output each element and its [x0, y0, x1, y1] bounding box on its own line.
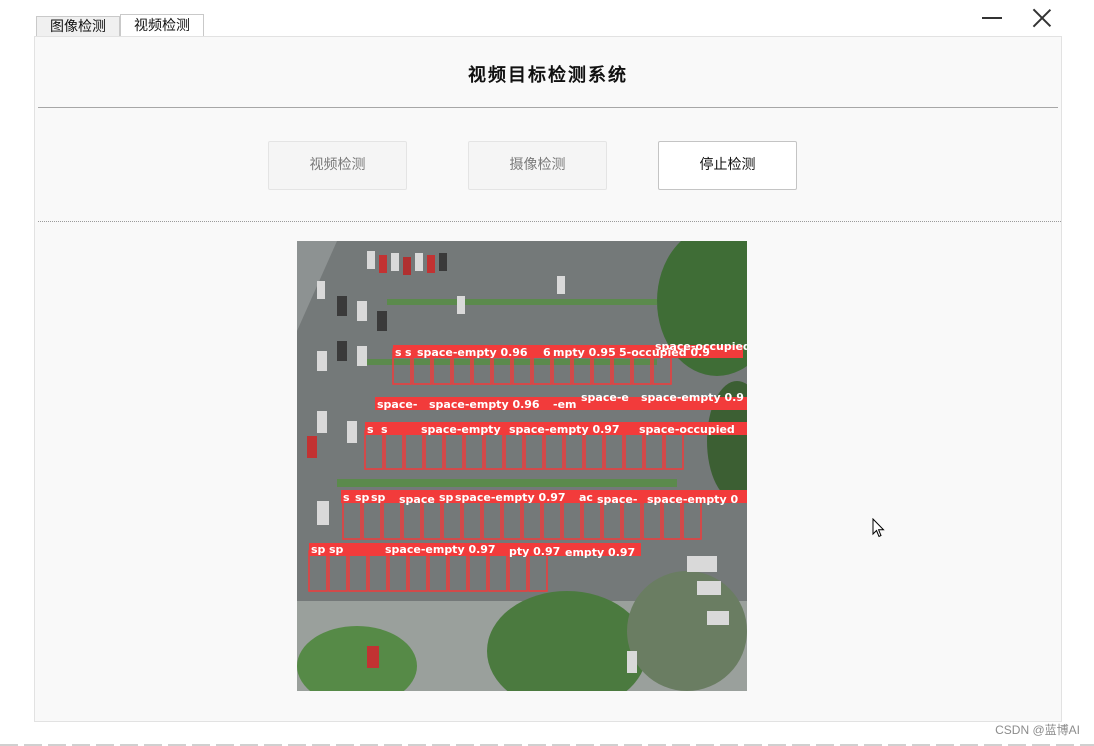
video-frame: s s space-empty 0.96 6 mpty 0.95 5-occup…: [297, 241, 747, 691]
page-title: 视频目标检测系统: [468, 65, 628, 86]
title-divider: [38, 107, 1058, 108]
window-controls: [974, 6, 1060, 30]
green-strip: [337, 479, 677, 487]
detection-label: sp: [329, 543, 344, 556]
detection-label: sp: [355, 491, 370, 504]
detection-label: sp: [311, 543, 326, 556]
tab-video-detection[interactable]: 视频检测: [120, 14, 204, 37]
detection-label: sp: [439, 491, 454, 504]
tree-bare-branches: [627, 571, 747, 691]
detection-label: s: [381, 423, 388, 436]
tab-image-detection[interactable]: 图像检测: [36, 16, 120, 37]
detection-overlay: s s space-empty 0.96 6 mpty 0.95 5-occup…: [297, 241, 747, 691]
video-detection-panel: 视频目标检测系统 视频检测 摄像检测 停止检测 s s space-empty …: [34, 36, 1062, 722]
detection-label: ac: [579, 491, 593, 504]
stop-detect-button[interactable]: 停止检测: [658, 141, 797, 190]
detection-label: space-empty 0.97: [509, 423, 620, 436]
detection-label: s: [367, 423, 374, 436]
detection-label: sp: [371, 491, 386, 504]
detection-label: space-e: [581, 391, 629, 404]
mouse-cursor-icon: [872, 518, 885, 538]
detection-label: 6: [543, 346, 551, 359]
video-detect-button[interactable]: 视频检测: [268, 141, 407, 190]
detection-label: s: [405, 346, 412, 359]
camera-detect-button[interactable]: 摄像检测: [468, 141, 607, 190]
detection-label: s: [395, 346, 402, 359]
detection-label: space-occupied: [639, 423, 735, 436]
detection-label: space-: [597, 493, 637, 506]
detection-label: space-: [377, 398, 417, 411]
green-strip: [387, 299, 657, 305]
detection-label: space-empty 0.97: [455, 491, 566, 504]
section-divider: [38, 221, 1061, 222]
detection-label: s: [343, 491, 350, 504]
detection-label: space-occupied: [655, 340, 747, 353]
minimize-icon[interactable]: [974, 6, 1010, 30]
app-window: 图像检测 视频检测 视频目标检测系统 视频检测 摄像检测 停止检测 s s sp…: [0, 0, 1094, 746]
detection-label: -em: [553, 398, 577, 411]
tab-bar: 图像检测 视频检测: [36, 14, 204, 37]
detection-label: mpty 0.95: [553, 346, 616, 359]
green-strip: [357, 359, 657, 365]
watermark: CSDN @蓝博AI: [995, 723, 1080, 737]
close-icon[interactable]: [1024, 6, 1060, 30]
detection-label: space-empty 0: [647, 493, 738, 506]
detection-label: pty 0.97: [509, 545, 560, 558]
detection-label: space: [399, 493, 435, 506]
detection-label: space-empty: [421, 423, 501, 436]
detection-label: space-empty 0.9: [641, 391, 744, 404]
detection-label: space-empty 0.96: [429, 398, 540, 411]
detection-label: space-empty 0.97: [385, 543, 496, 556]
detection-label: space-empty 0.96: [417, 346, 528, 359]
detection-label: empty 0.97: [565, 546, 635, 559]
